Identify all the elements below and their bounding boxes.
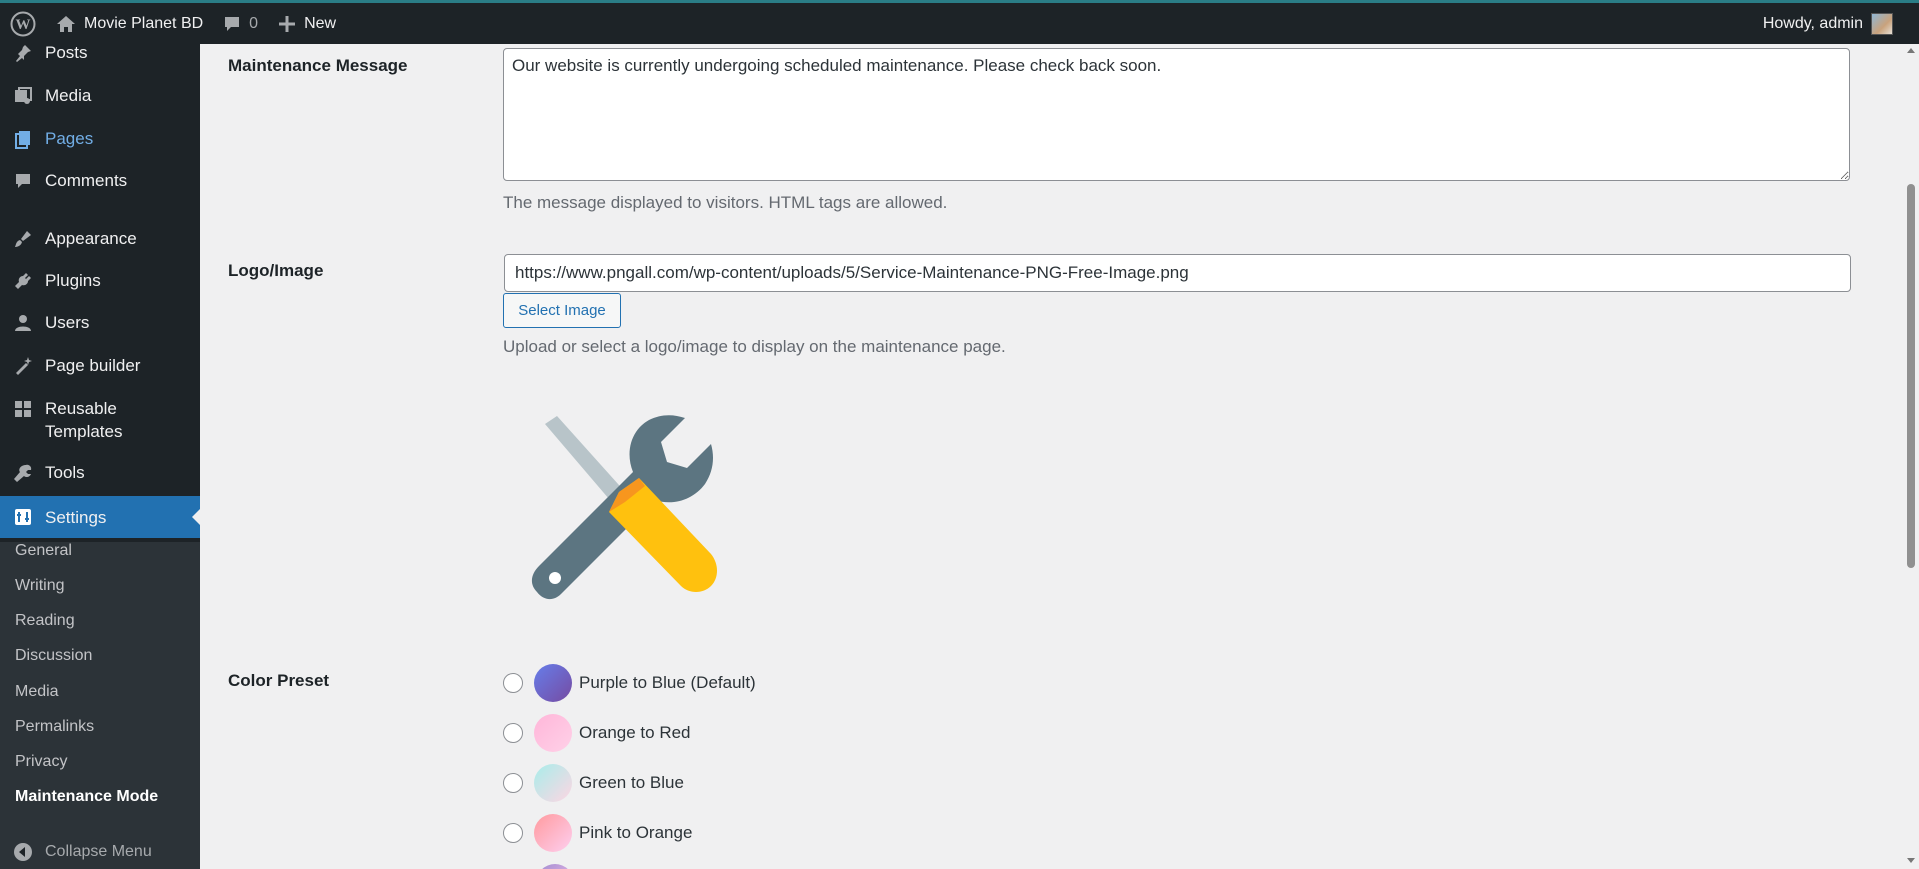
sidebar-item-label: Users: [45, 313, 90, 332]
main-content: Maintenance Message Our website is curre…: [200, 44, 1903, 869]
preset-radio[interactable]: [503, 823, 523, 843]
preset-option[interactable]: Orange to Red: [503, 714, 691, 752]
preset-label: Pink to Orange: [579, 823, 693, 842]
submenu-media[interactable]: Media: [15, 683, 59, 701]
color-swatch: [534, 764, 572, 802]
maintenance-message-description: The message displayed to visitors. HTML …: [503, 193, 948, 212]
sidebar-item-label: Comments: [45, 171, 128, 190]
new-label: New: [304, 14, 337, 32]
preset-radio[interactable]: [503, 673, 523, 693]
comments-link[interactable]: 0: [213, 3, 268, 44]
preset-option[interactable]: Green to Blue: [503, 764, 684, 802]
submenu-general[interactable]: General: [15, 542, 72, 560]
preset-option[interactable]: Purple to Blue (Default): [503, 664, 756, 702]
select-image-button[interactable]: Select Image: [503, 293, 621, 328]
sidebar-item-label: Posts: [45, 43, 88, 62]
plugins-icon: [0, 269, 45, 291]
site-name-link[interactable]: Movie Planet BD: [46, 3, 213, 44]
sidebar-item-tools[interactable]: Tools: [0, 461, 200, 484]
sidebar-item-pages[interactable]: Pages: [0, 127, 200, 150]
page-scrollbar[interactable]: [1903, 44, 1919, 869]
sidebar-item-page-builder[interactable]: Page builder: [0, 354, 200, 377]
howdy-text: Howdy, admin: [1762, 14, 1863, 32]
appearance-icon: [0, 227, 45, 249]
my-account[interactable]: Howdy, admin: [1762, 12, 1919, 35]
sidebar-item-appearance[interactable]: Appearance: [0, 227, 200, 250]
logo-image-label: Logo/Image: [228, 261, 324, 280]
sidebar-item-label: Plugins: [45, 271, 101, 290]
sidebar-item-label: Tools: [45, 463, 85, 482]
admin-sidebar: Posts Media Pages Comments Appearance Pl…: [0, 41, 200, 869]
plus-icon: [278, 15, 296, 33]
maintenance-message-label: Maintenance Message: [228, 56, 408, 75]
comment-bubble-icon: [223, 15, 241, 33]
preset-label: Purple to Blue (Default): [579, 673, 756, 692]
templates-icon: [0, 397, 45, 419]
maintenance-message-textarea[interactable]: Our website is currently undergoing sche…: [503, 48, 1850, 181]
sidebar-item-label: Appearance: [45, 229, 137, 248]
scroll-up-icon[interactable]: [1907, 48, 1915, 53]
sidebar-item-label: Media: [45, 86, 92, 105]
svg-text:W: W: [16, 17, 31, 33]
submenu-discussion[interactable]: Discussion: [15, 647, 92, 665]
color-swatch: [536, 864, 574, 869]
sidebar-item-label: Page builder: [45, 356, 141, 375]
page-builder-icon: [0, 354, 45, 376]
sidebar-item-label: Pages: [45, 129, 94, 148]
settings-icon: [0, 507, 45, 527]
sidebar-item-media[interactable]: Media: [0, 84, 200, 107]
color-swatch: [534, 714, 572, 752]
tools-icon: [0, 461, 45, 483]
sidebar-item-reusable-templates[interactable]: Reusable Templates: [0, 397, 200, 443]
new-content-link[interactable]: New: [268, 3, 346, 44]
submenu-privacy[interactable]: Privacy: [15, 753, 67, 771]
sidebar-item-plugins[interactable]: Plugins: [0, 269, 200, 292]
wordpress-logo-icon[interactable]: W: [0, 3, 46, 44]
submenu-writing[interactable]: Writing: [15, 577, 65, 595]
collapse-label: Collapse Menu: [45, 843, 152, 860]
collapse-arrow-icon: [0, 842, 45, 862]
sidebar-item-posts[interactable]: Posts: [0, 41, 200, 64]
submenu-maintenance-mode[interactable]: Maintenance Mode: [15, 788, 158, 806]
scroll-down-icon[interactable]: [1907, 858, 1915, 863]
scrollbar-thumb[interactable]: [1907, 184, 1915, 568]
pages-icon: [0, 127, 45, 149]
preset-option[interactable]: Pink to Orange: [503, 814, 692, 852]
preset-label: Orange to Red: [579, 723, 691, 742]
color-swatch: [534, 664, 572, 702]
media-icon: [0, 84, 45, 106]
preset-radio[interactable]: [503, 773, 523, 793]
comments-count: 0: [249, 14, 259, 32]
pin-icon: [0, 41, 45, 63]
maintenance-tools-logo-image: [515, 396, 755, 646]
site-name: Movie Planet BD: [84, 14, 204, 32]
settings-submenu: General Writing Reading Discussion Media…: [0, 542, 200, 869]
users-icon: [0, 311, 45, 333]
collapse-menu-button[interactable]: Collapse Menu: [0, 842, 152, 862]
home-icon: [56, 15, 76, 33]
color-preset-label: Color Preset: [228, 671, 330, 690]
preset-radio[interactable]: [503, 723, 523, 743]
sidebar-item-label: Settings: [45, 507, 107, 527]
sidebar-item-users[interactable]: Users: [0, 311, 200, 334]
comments-icon: [0, 169, 45, 191]
submenu-permalinks[interactable]: Permalinks: [15, 718, 94, 736]
sidebar-item-settings[interactable]: Settings: [0, 496, 200, 538]
submenu-reading[interactable]: Reading: [15, 612, 75, 630]
admin-bar: W Movie Planet BD 0 New Howdy, admin: [0, 0, 1919, 44]
sidebar-item-label: Reusable Templates: [45, 399, 123, 441]
preset-label: Green to Blue: [579, 773, 684, 792]
logo-description: Upload or select a logo/image to display…: [503, 337, 1006, 356]
avatar: [1871, 12, 1893, 35]
logo-url-input[interactable]: [504, 254, 1851, 292]
color-swatch: [534, 814, 572, 852]
sidebar-item-comments[interactable]: Comments: [0, 169, 200, 192]
